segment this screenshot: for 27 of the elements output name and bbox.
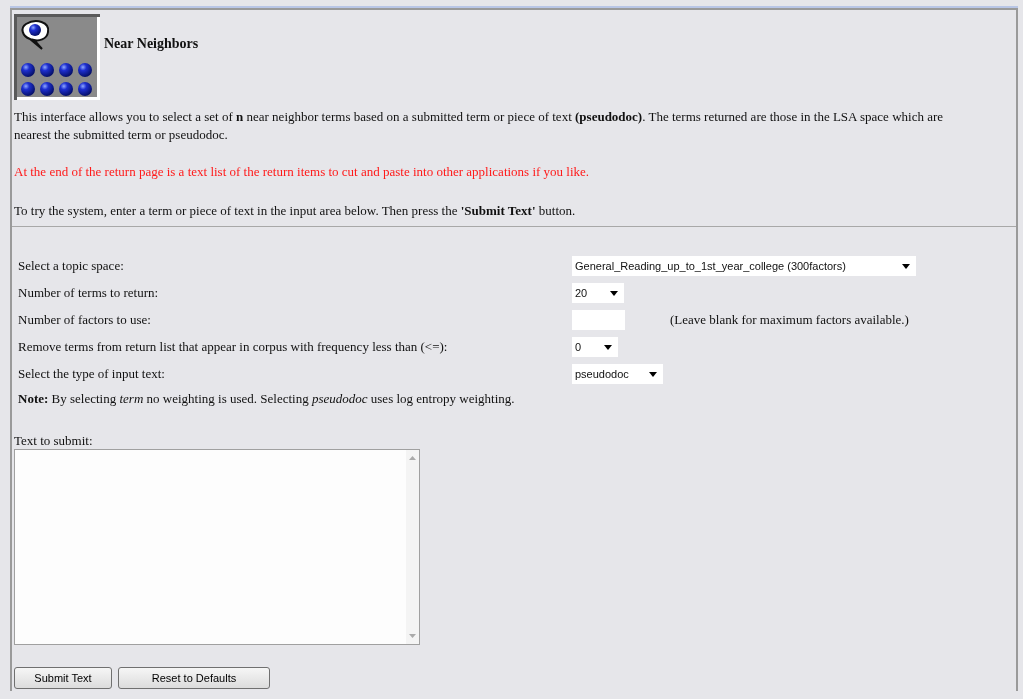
- scroll-down-icon[interactable]: [409, 634, 416, 638]
- field-label: Text to submit:: [14, 433, 94, 449]
- scroll-up-icon[interactable]: [409, 456, 416, 460]
- dropdown[interactable]: pseudodoc: [572, 364, 663, 384]
- text-area[interactable]: [14, 449, 420, 645]
- field-label: Remove terms from return list that appear in corpus with frequency less than (<=):: [18, 338, 449, 356]
- instructions-text: To try the system, enter a term or piece of text in the input area below. Then press the 'Submit Text' button.: [14, 202, 577, 220]
- submit-button[interactable]: Submit Text: [14, 667, 112, 689]
- intro-paragraph: This interface allows you to select a set of n near neighbor terms based on a submitted term or piece of text (pseudodoc). The terms returned are those in the LSA space which are nearest the submitted term or pseudodoc.: [14, 108, 945, 144]
- field-label: Select the type of input text:: [18, 365, 166, 383]
- reset-button[interactable]: Reset to Defaults: [118, 667, 270, 689]
- page-title: Near Neighbors: [104, 36, 199, 52]
- notice-text: At the end of the return page is a text list of the return items to cut and paste into other applications if you like.: [14, 164, 591, 180]
- caret-icon: [610, 290, 618, 296]
- field-label: Number of terms to return:: [18, 284, 160, 302]
- dropdown[interactable]: 0: [572, 337, 618, 357]
- hint-text: (Leave blank for maximum factors available.): [670, 312, 909, 328]
- caret-icon: [902, 263, 910, 269]
- caret-icon: [604, 344, 612, 350]
- field-label: Select a topic space:: [18, 257, 125, 275]
- input-field[interactable]: [572, 310, 625, 330]
- logo-icon: [14, 14, 100, 100]
- note-text: Note: By selecting term no weighting is used. Selecting pseudodoc uses log entropy weighting.: [18, 391, 516, 407]
- dropdown[interactable]: General_Reading_up_to_1st_year_college (300factors): [572, 256, 916, 276]
- dropdown[interactable]: 20: [572, 283, 624, 303]
- caret-icon: [649, 371, 657, 377]
- field-label: Number of factors to use:: [18, 311, 152, 329]
